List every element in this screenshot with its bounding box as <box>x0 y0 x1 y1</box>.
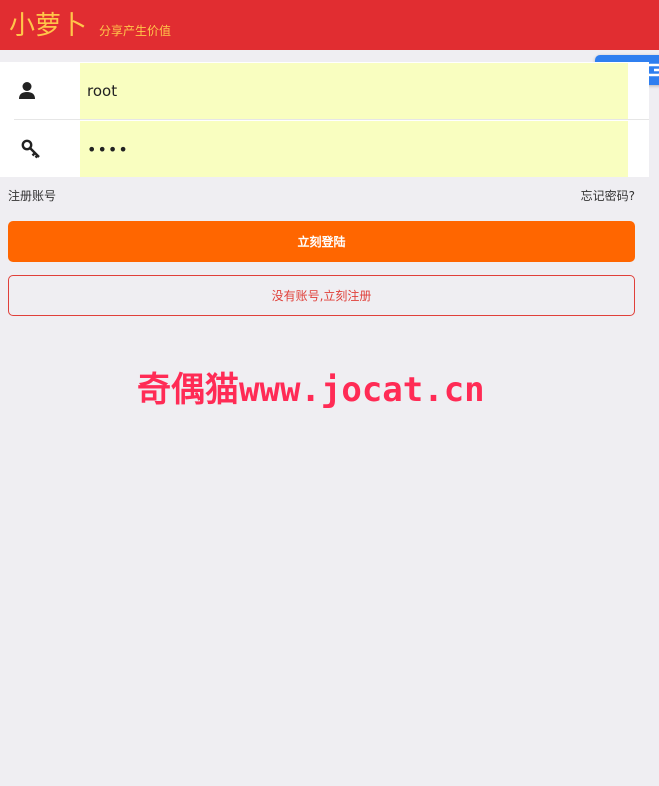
brand-title[interactable]: 小萝卜 <box>9 9 87 43</box>
key-icon <box>21 139 40 159</box>
register-button[interactable]: 没有账号,立刻注册 <box>8 275 635 316</box>
forgot-password-link[interactable]: 忘记密码? <box>581 188 635 204</box>
password-field[interactable] <box>80 121 628 177</box>
app-header: 小萝卜 分享产生价值 <box>0 0 659 50</box>
username-field[interactable] <box>80 63 628 119</box>
brand-slogan: 分享产生价值 <box>99 24 172 38</box>
watermark-text: 奇偶猫www.jocat.cn <box>137 370 485 410</box>
username-row <box>0 62 649 119</box>
register-link[interactable]: 注册账号 <box>8 188 56 204</box>
user-icon <box>19 82 35 99</box>
login-form <box>0 62 649 177</box>
password-row <box>0 120 649 177</box>
login-button[interactable]: 立刻登陆 <box>8 221 635 262</box>
